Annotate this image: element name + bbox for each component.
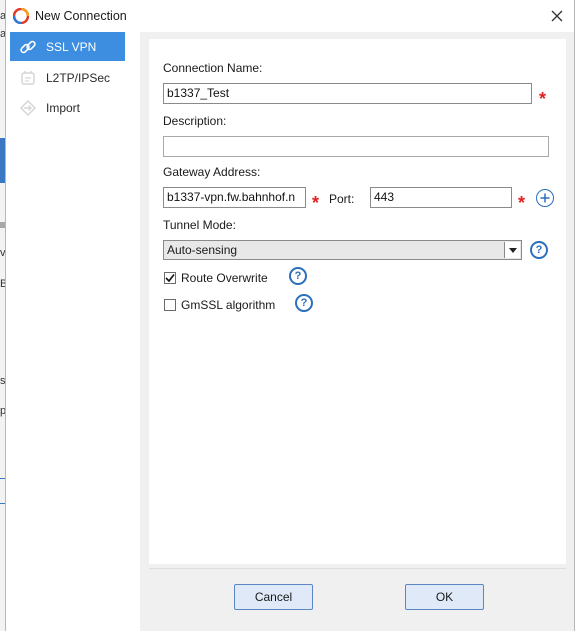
tunnel-mode-help-icon[interactable]: ? [530, 241, 548, 259]
add-gateway-button[interactable] [536, 189, 554, 207]
sidebar-item-label: SSL VPN [46, 39, 97, 54]
import-icon [18, 98, 38, 118]
description-label: Description: [163, 114, 227, 128]
plus-icon [540, 193, 550, 203]
gmssl-checkbox[interactable] [164, 299, 176, 311]
close-icon [551, 10, 563, 22]
gateway-address-input[interactable]: b1337-vpn.fw.bahnhof.n [163, 187, 306, 208]
new-connection-dialog: New Connection SSL VPN L2TP/IPSec Import… [5, 0, 575, 631]
sidebar-item-l2tp-ipsec[interactable]: L2TP/IPSec [10, 63, 125, 92]
required-marker: * [518, 193, 526, 213]
sidebar-item-label: L2TP/IPSec [46, 70, 111, 85]
required-marker: * [539, 89, 547, 109]
checkmark-icon [165, 274, 175, 283]
port-label: Port: [329, 192, 355, 206]
route-overwrite-label: Route Overwrite [181, 271, 268, 285]
title-bar: New Connection [6, 0, 574, 32]
description-input[interactable] [163, 136, 549, 157]
required-marker: * [312, 193, 320, 213]
route-overwrite-help-icon[interactable]: ? [289, 267, 307, 285]
connection-name-label: Connection Name: [163, 61, 263, 75]
connection-name-input[interactable]: b1337_Test [163, 83, 532, 104]
tunnel-mode-label: Tunnel Mode: [163, 218, 236, 232]
sidebar-item-ssl-vpn[interactable]: SSL VPN [10, 32, 125, 61]
footer-divider [149, 568, 566, 569]
tunnel-mode-select[interactable]: Auto-sensing [163, 240, 522, 260]
window-title: New Connection [35, 9, 127, 23]
ssl-vpn-form: Connection Name: b1337_Test * Descriptio… [149, 39, 566, 564]
sidebar-item-import[interactable]: Import [10, 93, 125, 122]
content-area: Connection Name: b1337_Test * Descriptio… [140, 32, 574, 631]
gmssl-help-icon[interactable]: ? [295, 294, 313, 312]
chevron-down-icon [504, 242, 520, 258]
port-input[interactable]: 443 [370, 187, 512, 208]
app-logo-icon [13, 8, 29, 24]
gateway-address-label: Gateway Address: [163, 165, 261, 179]
sidebar-item-label: Import [46, 100, 81, 115]
tunnel-mode-value: Auto-sensing [167, 243, 238, 257]
sidebar: SSL VPN L2TP/IPSec Import [6, 32, 141, 631]
route-overwrite-checkbox[interactable] [164, 272, 176, 284]
link-icon [18, 37, 38, 57]
close-button[interactable] [544, 3, 570, 29]
l2tp-icon [18, 68, 38, 88]
gmssl-label: GmSSL algorithm [181, 298, 276, 312]
ok-button[interactable]: OK [405, 584, 484, 610]
cancel-button[interactable]: Cancel [234, 584, 313, 610]
